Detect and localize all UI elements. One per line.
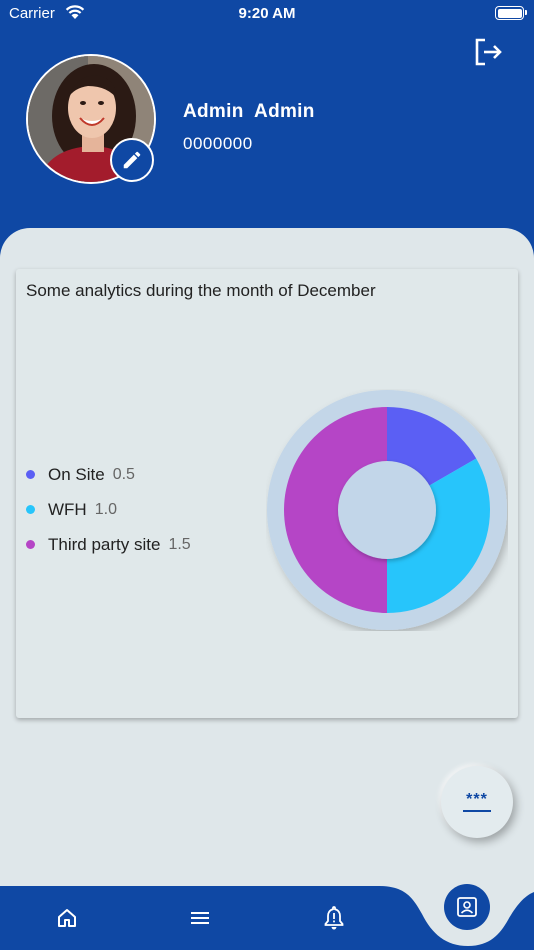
legend-dot [26,505,35,514]
contact-icon [457,897,477,917]
passcode-fab-button[interactable]: *** [441,766,513,838]
nav-notifications[interactable] [320,904,348,932]
legend-dot [26,470,35,479]
analytics-card: Some analytics during the month of Decem… [16,269,518,718]
legend-value: 1.5 [168,535,191,553]
legend-label: On Site [48,464,105,484]
legend-item-third-party-site: Third party site 1.5 [26,527,191,562]
nav-menu[interactable] [186,904,214,932]
chart-legend: On Site 0.5 WFH 1.0 Third party site 1.5 [26,457,191,562]
home-icon [58,909,76,927]
legend-value: 1.0 [94,500,117,518]
bell-icon [324,906,344,930]
status-time: 9:20 AM [238,5,296,22]
logout-icon [475,38,502,66]
user-name: Admin Admin [183,101,315,122]
donut-chart [267,390,507,630]
legend-item-on-site: On Site 0.5 [26,457,191,492]
nav-contact[interactable] [444,884,490,930]
user-id: 0000000 [183,134,253,153]
nav-home[interactable] [53,904,81,932]
analytics-title: Some analytics during the month of Decem… [26,281,376,300]
donut-hole [338,461,436,559]
legend-item-wfh: WFH 1.0 [26,492,191,527]
legend-label: WFH [48,499,87,519]
legend-label: Third party site [48,534,161,554]
logout-button[interactable] [474,38,504,66]
profile-avatar-container [26,54,156,184]
menu-icon [191,912,209,924]
battery-icon [495,6,527,20]
fab-underline [463,809,491,812]
legend-dot [26,540,35,549]
status-bar: Carrier 9:20 AM [0,0,534,28]
legend-value: 0.5 [112,465,135,483]
fab-stars: *** [466,790,488,808]
pencil-icon [123,151,141,169]
edit-avatar-button[interactable] [110,138,154,182]
